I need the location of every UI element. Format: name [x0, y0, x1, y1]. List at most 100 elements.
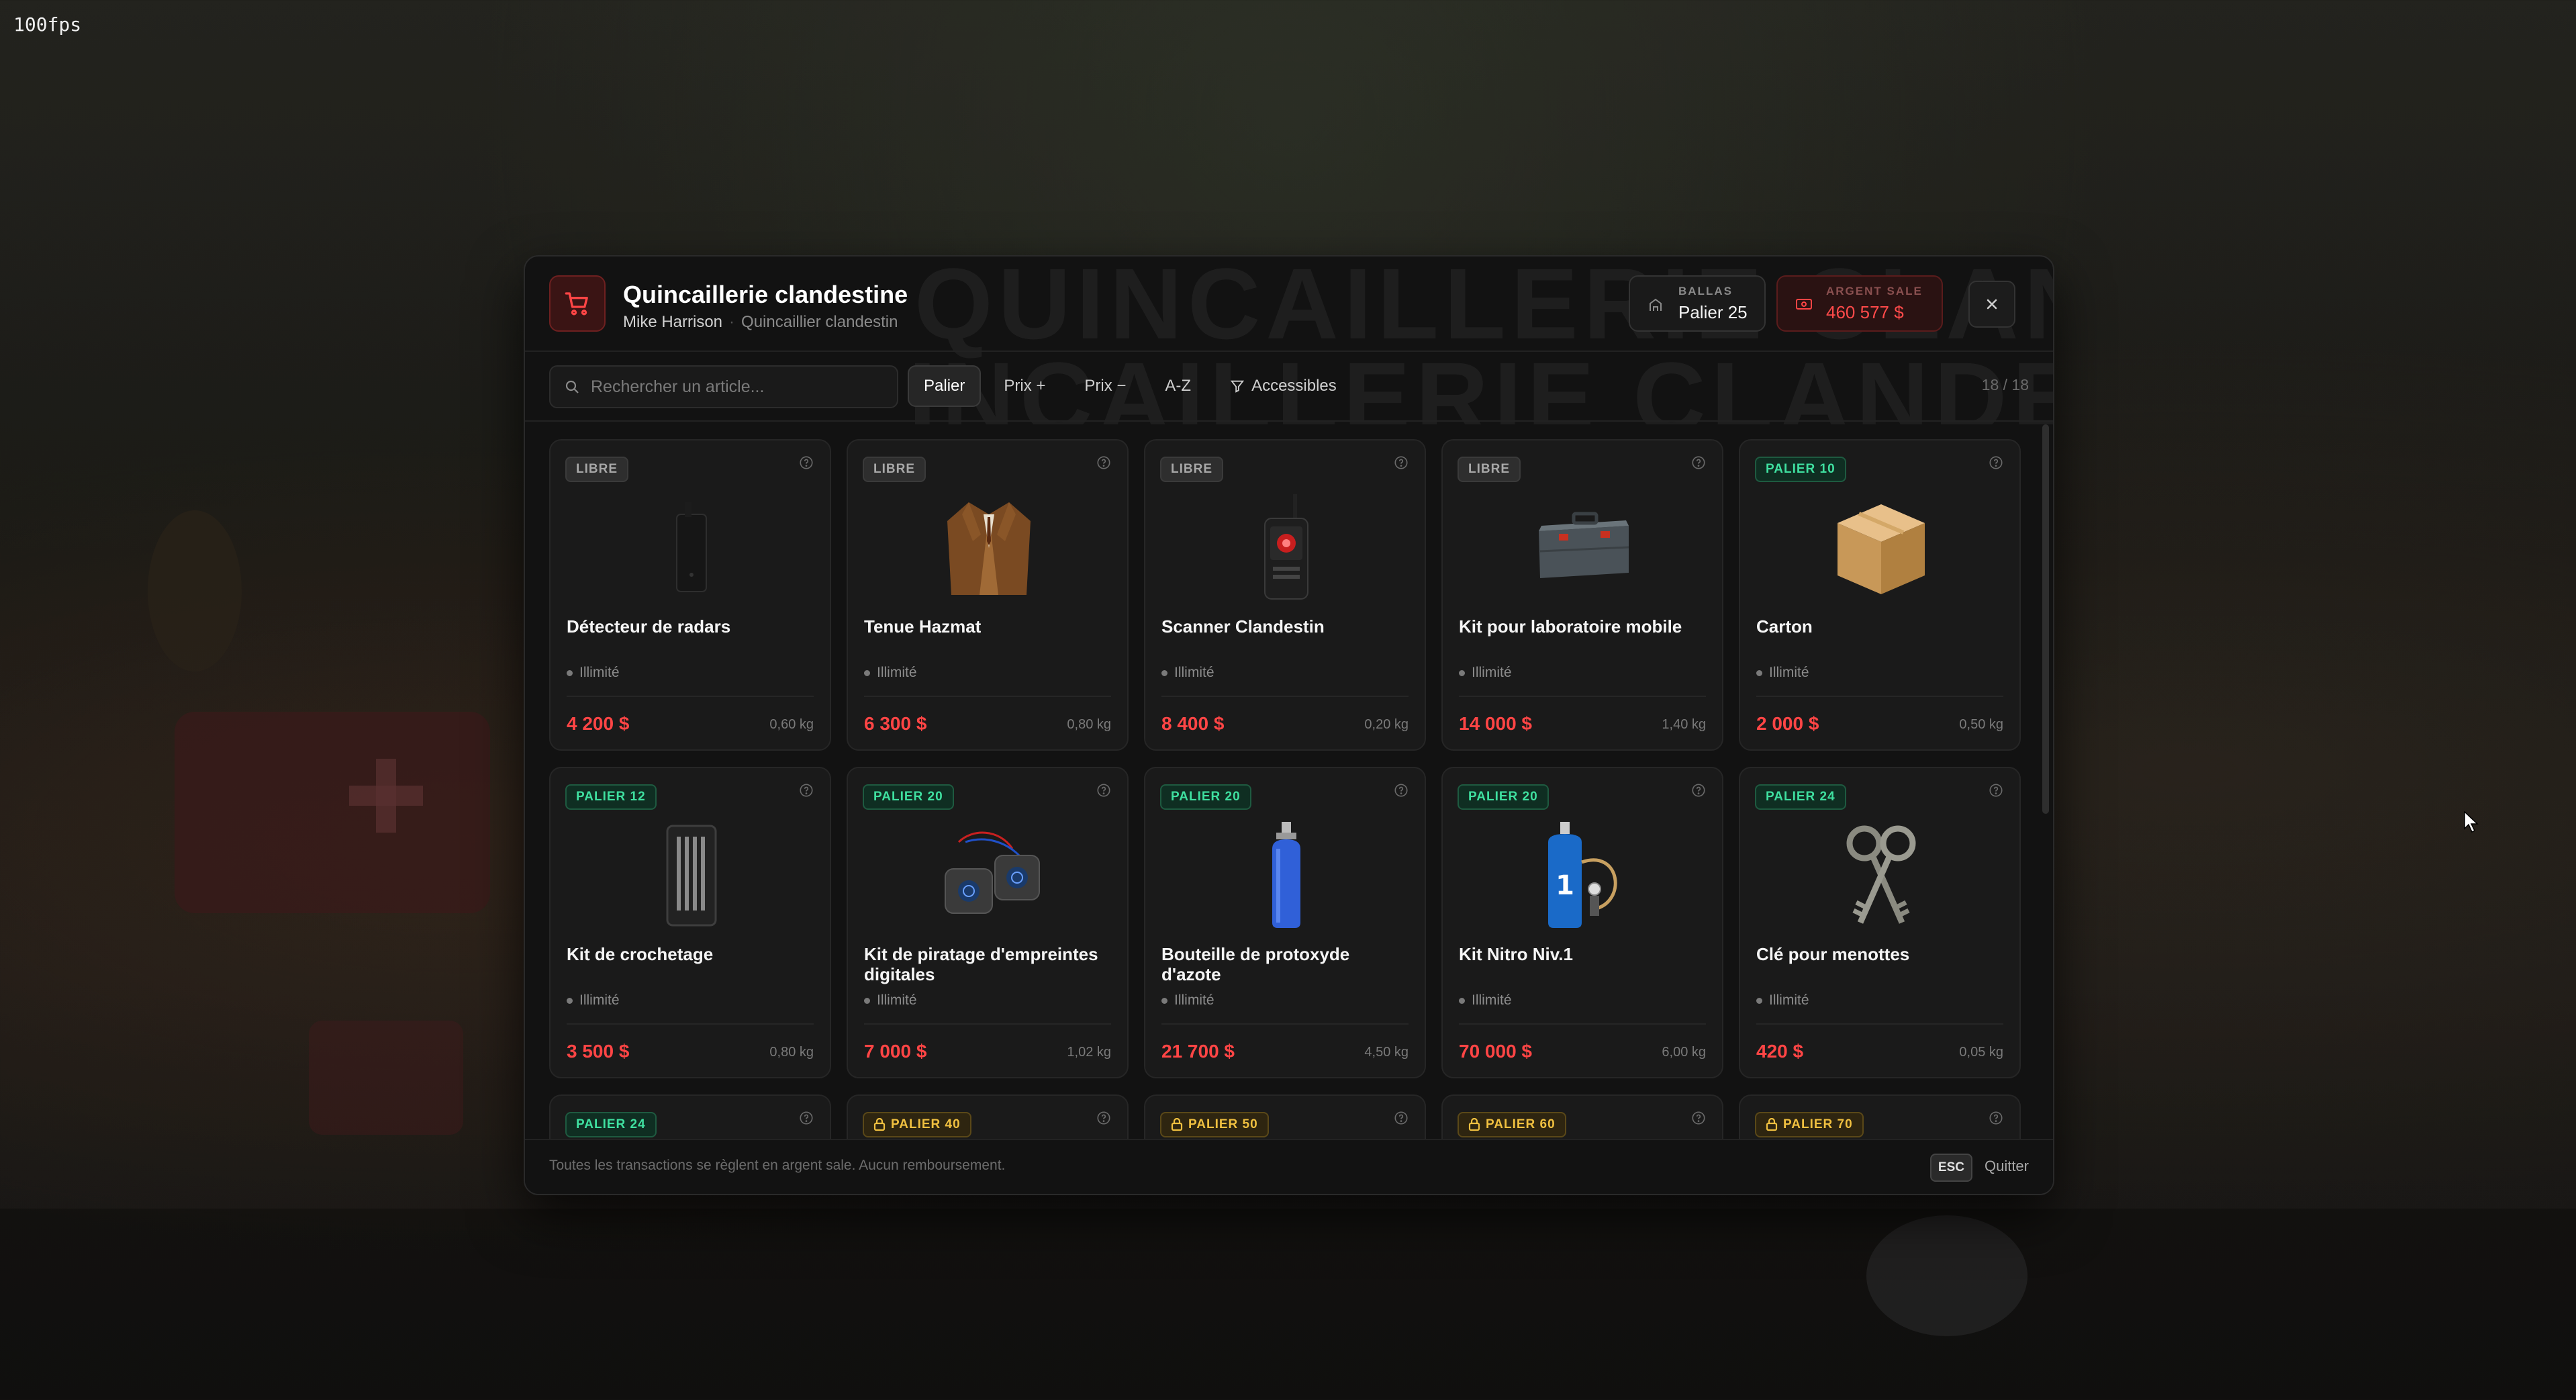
close-button[interactable]	[1968, 281, 2015, 328]
item-card[interactable]: PALIER 20 Kit de piratage d'empreintes d…	[847, 767, 1129, 1078]
gang-tier-value: Palier 25	[1678, 302, 1748, 322]
gang-label: BALLAS	[1678, 285, 1733, 297]
tier-badge: PALIER 20	[863, 784, 954, 810]
item-stock: Illimité	[1161, 992, 1214, 1009]
dirty-money-box: ARGENT SALE 460 577 $	[1776, 275, 1943, 332]
item-card[interactable]: LIBRE Tenue Hazmat Illimité 6 300 $ 0,80…	[847, 439, 1129, 751]
gang-tier-box: BALLAS Palier 25	[1629, 275, 1766, 332]
info-icon[interactable]	[799, 455, 814, 473]
stock-dot	[1459, 997, 1465, 1004]
info-icon[interactable]	[1394, 783, 1409, 801]
info-icon[interactable]	[799, 1111, 814, 1129]
item-weight: 0,20 kg	[1364, 717, 1409, 732]
stock-dot	[1161, 669, 1167, 676]
item-price: 14 000 $	[1459, 713, 1532, 734]
tier-badge-label: PALIER 10	[1766, 462, 1835, 476]
info-icon[interactable]	[1691, 455, 1706, 473]
item-card[interactable]: PALIER 24	[549, 1094, 831, 1141]
item-card[interactable]: LIBRE Détecteur de radars Illimité 4 200…	[549, 439, 831, 751]
item-stock: Illimité	[567, 992, 620, 1009]
stock-label: Illimité	[1769, 992, 1809, 1008]
cart-icon	[549, 275, 606, 332]
jacket-icon	[922, 494, 1056, 602]
stock-dot	[567, 997, 573, 1004]
lock-icon	[1171, 1118, 1188, 1131]
esc-key-hint[interactable]: ESC	[1929, 1154, 1972, 1182]
info-icon[interactable]	[1691, 1111, 1706, 1129]
tier-badge-label: LIBRE	[1171, 462, 1212, 476]
lockpick-kit-icon	[624, 822, 759, 929]
item-card[interactable]: PALIER 24 Clé pour menottes Illimité 420…	[1739, 767, 2021, 1078]
shop-header: Quincaillerie clandestine Mike Harrison ·…	[549, 275, 2029, 336]
item-weight: 1,02 kg	[1067, 1045, 1111, 1060]
vendor-separator: ·	[729, 313, 735, 331]
sort-tier-button[interactable]: Palier	[908, 365, 982, 407]
tier-badge-label: PALIER 40	[891, 1117, 961, 1131]
item-card[interactable]: PALIER 60	[1441, 1094, 1723, 1141]
card-divider	[1161, 1023, 1409, 1025]
info-icon[interactable]	[1096, 783, 1111, 801]
filter-accessible-button[interactable]: Accessibles	[1214, 365, 1353, 407]
search-input[interactable]	[589, 376, 874, 398]
item-price: 70 000 $	[1459, 1041, 1532, 1062]
item-price: 7 000 $	[864, 1041, 927, 1062]
lock-icon	[873, 1118, 891, 1131]
header-divider	[525, 351, 2053, 352]
stock-dot	[1459, 669, 1465, 676]
item-price: 21 700 $	[1161, 1041, 1235, 1062]
info-icon[interactable]	[1096, 1111, 1111, 1129]
stock-label: Illimité	[1174, 992, 1214, 1008]
sort-price-desc-button[interactable]: Prix −	[1068, 365, 1142, 407]
sort-price-asc-button[interactable]: Prix +	[988, 365, 1061, 407]
vendor-name: Mike Harrison	[623, 313, 723, 331]
info-icon[interactable]	[1989, 455, 2003, 473]
tier-badge: LIBRE	[863, 457, 926, 482]
stock-label: Illimité	[579, 665, 620, 680]
lock-icon	[1766, 1118, 1783, 1131]
tier-badge-label: PALIER 24	[576, 1117, 646, 1131]
info-icon[interactable]	[1394, 455, 1409, 473]
stock-dot	[1161, 997, 1167, 1004]
scanner-icon	[1219, 494, 1353, 602]
info-icon[interactable]	[1394, 1111, 1409, 1129]
toolbox-icon	[1517, 494, 1651, 602]
stock-dot	[864, 997, 870, 1004]
item-card[interactable]: PALIER 20 1 Kit Nitro Niv.1 Illimité 70 …	[1441, 767, 1723, 1078]
info-icon[interactable]	[1989, 1111, 2003, 1129]
info-icon[interactable]	[799, 783, 814, 801]
shop-title: Quincaillerie clandestine	[623, 281, 908, 308]
item-card[interactable]: LIBRE Scanner Clandestin Illimité 8 400 …	[1144, 439, 1426, 751]
nitro-kit-icon: 1	[1517, 822, 1651, 929]
item-stock: Illimité	[1459, 665, 1512, 681]
item-weight: 0,60 kg	[769, 717, 814, 732]
item-card[interactable]: PALIER 12 Kit de crochetage Illimité 3 5…	[549, 767, 831, 1078]
item-grid-viewport: LIBRE Détecteur de radars Illimité 4 200…	[549, 439, 2026, 1141]
tier-badge: PALIER 12	[565, 784, 657, 810]
close-icon	[1987, 299, 1997, 310]
tier-badge: PALIER 10	[1755, 457, 1846, 482]
info-icon[interactable]	[1096, 455, 1111, 473]
item-stock: Illimité	[1756, 665, 1809, 681]
item-card[interactable]: LIBRE Kit pour laboratoire mobile Illimi…	[1441, 439, 1723, 751]
sort-alpha-button[interactable]: A-Z	[1149, 365, 1207, 407]
stock-label: Illimité	[579, 992, 620, 1008]
tier-badge: PALIER 60	[1458, 1112, 1566, 1137]
item-card[interactable]: PALIER 70	[1739, 1094, 2021, 1141]
item-name: Carton	[1756, 616, 1813, 637]
fingerprint-hacker-icon	[922, 822, 1056, 929]
info-icon[interactable]	[1989, 783, 2003, 801]
info-icon[interactable]	[1691, 783, 1706, 801]
scrollbar-thumb[interactable]	[2042, 424, 2049, 814]
item-stock: Illimité	[1161, 665, 1214, 681]
quit-label[interactable]: Quitter	[1985, 1158, 2029, 1175]
item-card[interactable]: PALIER 50	[1144, 1094, 1426, 1141]
cardboard-box-icon	[1814, 494, 1948, 602]
filter-accessible-label: Accessibles	[1251, 377, 1337, 395]
stock-label: Illimité	[1472, 992, 1512, 1008]
dirty-money-label: ARGENT SALE	[1826, 285, 1923, 297]
item-card[interactable]: PALIER 40	[847, 1094, 1129, 1141]
gas-bottle-icon	[1219, 822, 1353, 929]
card-divider	[864, 1023, 1111, 1025]
item-card[interactable]: PALIER 10 Carton Illimité 2 000 $ 0,50 k…	[1739, 439, 2021, 751]
item-card[interactable]: PALIER 20 Bouteille de protoxyde d'azote…	[1144, 767, 1426, 1078]
